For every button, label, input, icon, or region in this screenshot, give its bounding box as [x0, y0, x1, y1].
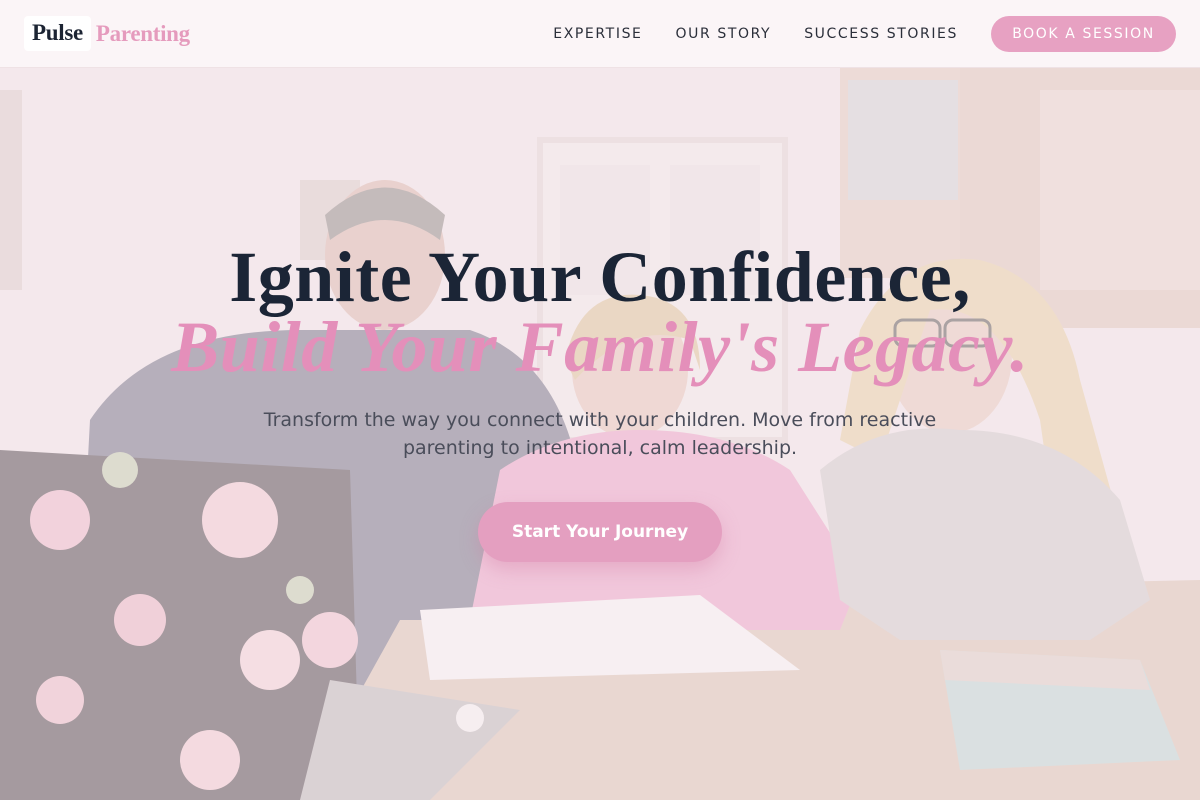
brand-name-accent: Parenting — [95, 20, 190, 46]
brand-name-primary: Pulse — [24, 16, 91, 51]
top-navigation: Pulse Parenting EXPERTISE OUR STORY SUCC… — [0, 0, 1200, 68]
nav-link-our-story[interactable]: OUR STORY — [676, 26, 772, 42]
nav-link-success-stories[interactable]: SUCCESS STORIES — [804, 26, 958, 42]
nav-link-expertise[interactable]: EXPERTISE — [553, 26, 642, 42]
hero-section: Ignite Your Confidence, Build Your Famil… — [0, 0, 1200, 800]
hero-headline-line2: Build Your Family's Legacy. — [171, 307, 1029, 387]
brand-logo[interactable]: Pulse Parenting — [24, 16, 190, 51]
book-session-button[interactable]: BOOK A SESSION — [991, 15, 1176, 52]
hero-subtext: Transform the way you connect with your … — [263, 409, 937, 459]
start-journey-button[interactable]: Start Your Journey — [478, 502, 722, 562]
nav-links: EXPERTISE OUR STORY SUCCESS STORIES BOOK… — [553, 15, 1176, 52]
